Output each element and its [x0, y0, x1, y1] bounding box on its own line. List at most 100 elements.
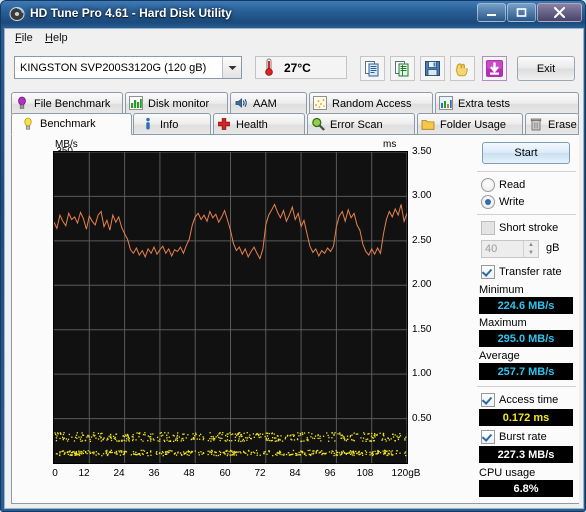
- copy-to-clipboard-button[interactable]: [360, 56, 385, 81]
- benchmark-page: MB/s ms 350 300 250 200 150 100 50 3.50 …: [11, 134, 579, 504]
- folder-icon: [421, 117, 436, 132]
- y-tick-right: 1.00: [412, 368, 432, 379]
- y-tick-right: 1.50: [412, 324, 432, 335]
- tab-label: Health: [236, 118, 268, 131]
- tab-label: Folder Usage: [440, 118, 507, 131]
- radio-read-indicator: [481, 178, 495, 192]
- benchmark-chart: MB/s ms 350 300 250 200 150 100 50 3.50 …: [12, 135, 472, 503]
- checkbox-transfer-rate[interactable]: Transfer rate: [481, 265, 562, 279]
- x-tick: 96: [324, 468, 336, 479]
- drive-select-value: KINGSTON SVP200S3120G (120 gB): [20, 61, 207, 74]
- tab-info[interactable]: Info: [133, 113, 211, 135]
- drive-select[interactable]: KINGSTON SVP200S3120G (120 gB): [14, 56, 242, 79]
- bulb-yellow-icon: [21, 117, 36, 132]
- access-time-value: 0.172 ms: [502, 411, 550, 424]
- short-stroke-size-stepper[interactable]: 40 ▲ ▼: [481, 240, 539, 258]
- tab-erase[interactable]: Erase: [525, 113, 579, 135]
- menu-help[interactable]: Help: [41, 32, 72, 44]
- cpu-usage-value-box: 6.8%: [479, 480, 573, 497]
- close-button[interactable]: [537, 3, 582, 22]
- gloves-icon-button[interactable]: [450, 56, 475, 81]
- window-controls: [477, 3, 582, 22]
- tab-row-secondary: File Benchmark Disk monitor AAM Random A…: [11, 92, 579, 114]
- radio-read-label: Read: [499, 179, 526, 191]
- tab-label: Error Scan: [330, 118, 383, 131]
- start-button-label: Start: [514, 147, 538, 159]
- download-button[interactable]: [482, 56, 507, 81]
- checkbox-short-stroke-label: Short stroke: [499, 222, 559, 234]
- save-button[interactable]: [420, 56, 445, 81]
- tab-label: Benchmark: [40, 118, 96, 130]
- tab-random-access[interactable]: Random Access: [309, 92, 433, 114]
- tab-file-benchmark[interactable]: File Benchmark: [11, 92, 123, 114]
- tab-extra-tests[interactable]: Extra tests: [435, 92, 579, 114]
- tab-row-primary: Benchmark Info Health Error Scan Folder …: [11, 113, 579, 135]
- bulb-purple-icon: [15, 96, 30, 111]
- checkbox-short-stroke-indicator: [481, 221, 495, 235]
- start-button[interactable]: Start: [482, 142, 570, 164]
- tab-health[interactable]: Health: [213, 113, 305, 135]
- thermometer-icon: [261, 57, 281, 78]
- tab-aam[interactable]: AAM: [230, 92, 307, 114]
- app-disk-icon: [9, 6, 25, 22]
- red-cross-icon: [217, 117, 232, 132]
- radio-write[interactable]: Write: [481, 195, 524, 209]
- y-tick-right: 0.50: [412, 413, 432, 424]
- stepper-up-icon[interactable]: ▲: [524, 241, 538, 249]
- x-tick: 36: [148, 468, 160, 479]
- trash-icon: [529, 117, 544, 132]
- checkbox-transfer-rate-label: Transfer rate: [499, 266, 562, 278]
- y-tick-right: 2.50: [412, 235, 432, 246]
- plot-area: [53, 151, 408, 464]
- stepper-arrows[interactable]: ▲ ▼: [523, 241, 538, 257]
- window-title: HD Tune Pro 4.61 - Hard Disk Utility: [30, 6, 232, 20]
- exit-button-label: Exit: [536, 62, 556, 75]
- y-axis-label-right: ms: [383, 139, 397, 150]
- tab-folder-usage[interactable]: Folder Usage: [417, 113, 523, 135]
- exit-button[interactable]: Exit: [517, 56, 575, 81]
- x-tick: 24: [113, 468, 125, 479]
- x-tick: 48: [183, 468, 195, 479]
- copy-to-excel-button[interactable]: [390, 56, 415, 81]
- tab-disk-monitor[interactable]: Disk monitor: [125, 92, 228, 114]
- stepper-down-icon[interactable]: ▼: [524, 249, 538, 257]
- tab-benchmark[interactable]: Benchmark: [11, 113, 132, 135]
- gridlines: [54, 152, 407, 463]
- tab-label: Disk monitor: [148, 97, 210, 110]
- tab-label: Erase: [548, 118, 577, 131]
- x-tick: 84: [289, 468, 301, 479]
- temperature-value: 27°C: [284, 60, 311, 75]
- scatter-icon: [313, 96, 328, 111]
- x-tick: 108: [356, 468, 374, 479]
- checkbox-short-stroke[interactable]: Short stroke: [481, 221, 558, 235]
- maximize-button[interactable]: [507, 3, 536, 22]
- menu-file[interactable]: FFileile: [11, 32, 37, 44]
- tab-label: Random Access: [332, 97, 412, 110]
- maximum-value-box: 295.0 MB/s: [479, 330, 573, 347]
- short-stroke-size-value: 40: [485, 243, 498, 255]
- average-value-box: 257.7 MB/s: [479, 363, 573, 380]
- app-window: HD Tune Pro 4.61 - Hard Disk Utility FFi…: [0, 0, 586, 512]
- minimize-button[interactable]: [477, 3, 506, 22]
- cpu-usage-label: CPU usage: [479, 467, 536, 479]
- tab-label: Info: [160, 118, 179, 131]
- bar-chart-icon: [129, 96, 144, 111]
- chevron-down-icon[interactable]: [222, 57, 241, 78]
- x-tick: 12: [78, 468, 90, 479]
- checkbox-access-time-label: Access time: [499, 394, 559, 406]
- checkbox-access-time-indicator: [481, 393, 495, 407]
- info-icon: [141, 117, 156, 132]
- checkbox-access-time[interactable]: Access time: [481, 393, 558, 407]
- maximum-value: 295.0 MB/s: [497, 332, 555, 345]
- burst-rate-value: 227.3 MB/s: [497, 448, 555, 461]
- minimum-value-box: 224.6 MB/s: [479, 297, 573, 314]
- grid-chart-icon: [439, 96, 454, 111]
- radio-write-label: Write: [499, 196, 525, 208]
- checkbox-burst-rate[interactable]: Burst rate: [481, 430, 547, 444]
- tab-error-scan[interactable]: Error Scan: [307, 113, 415, 135]
- radio-read[interactable]: Read: [481, 178, 525, 192]
- client-area: FFileile Help KINGSTON SVP200S3120G (120…: [4, 28, 584, 509]
- cpu-usage-value: 6.8%: [513, 482, 539, 495]
- title-bar: HD Tune Pro 4.61 - Hard Disk Utility: [1, 1, 585, 28]
- temperature-indicator: 27°C: [255, 56, 347, 79]
